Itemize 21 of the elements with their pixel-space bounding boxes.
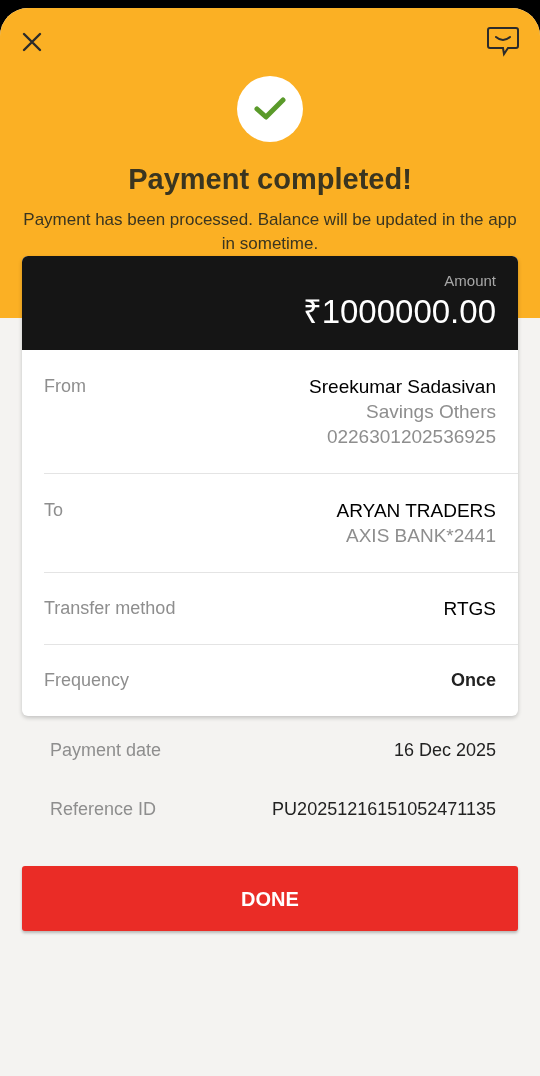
detail-value: Once [450, 669, 496, 692]
info-label: Payment date [50, 739, 162, 762]
info-label: Reference ID [50, 798, 157, 821]
detail-label: Frequency [44, 669, 130, 692]
info-value: 16 Dec 2025 [393, 739, 496, 762]
detail-value: Sreekumar Sadasivan [309, 375, 496, 399]
amount-value: ₹1000000.00 [302, 292, 496, 332]
detail-label: Transfer method [44, 597, 176, 620]
detail-value: AXIS BANK*2441 [346, 524, 496, 548]
amount-label: Amount [444, 271, 496, 291]
info-value: PU20251216151052471135 [272, 798, 496, 821]
status-message: Payment has been processed. Balance will be updated in the app in sometime. [22, 209, 518, 255]
detail-label: From [44, 375, 86, 398]
detail-value: 0226301202536925 [326, 425, 496, 449]
done-button[interactable]: DONE [22, 866, 518, 931]
detail-value: ARYAN TRADERS [336, 499, 496, 523]
chat-button[interactable] [484, 24, 522, 60]
detail-label: To [44, 499, 63, 522]
status-title: Payment completed! [127, 162, 413, 197]
detail-value: Savings Others [366, 400, 496, 424]
detail-value: RTGS [443, 597, 496, 621]
